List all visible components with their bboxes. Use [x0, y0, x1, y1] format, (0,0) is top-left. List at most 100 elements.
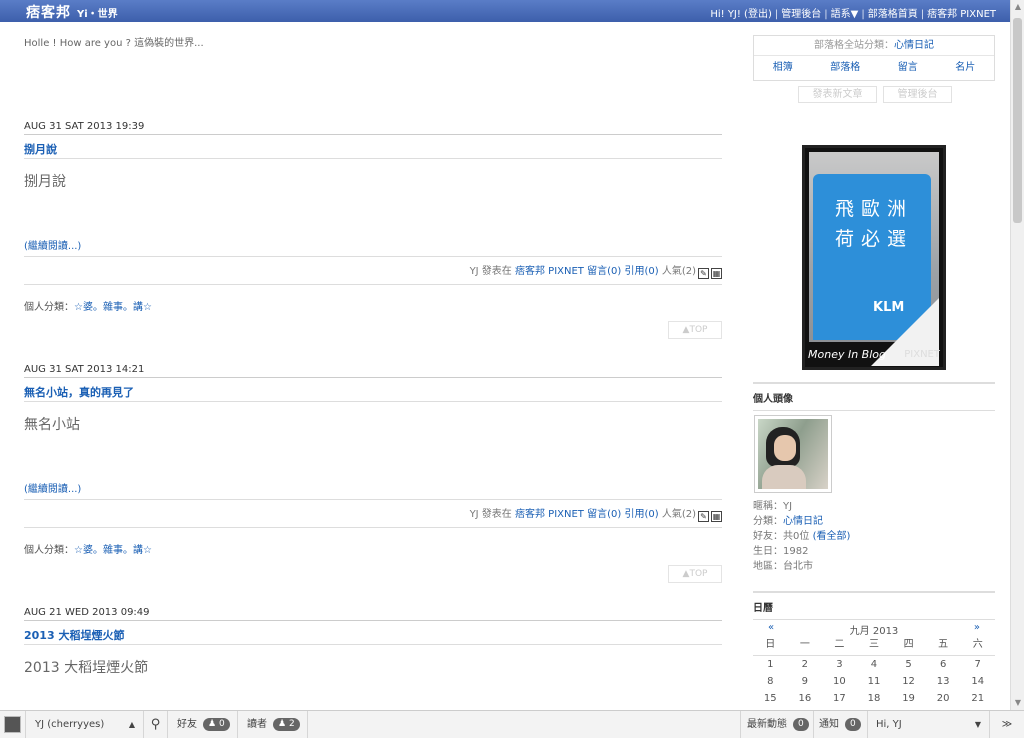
- profile-category-link[interactable]: 心情日記: [783, 516, 823, 527]
- greeting-menu[interactable]: Hi, YJ ▼: [868, 711, 990, 738]
- divider: [24, 644, 722, 645]
- calendar-day[interactable]: 4: [857, 656, 892, 673]
- calendar-day[interactable]: 15: [753, 690, 788, 707]
- edit-icon[interactable]: ✎: [698, 511, 709, 522]
- area: 台北市: [783, 561, 813, 572]
- friends-tab[interactable]: 好友 ♟ 0: [168, 711, 238, 738]
- calendar-day[interactable]: 6: [926, 656, 961, 673]
- nav-profile-card[interactable]: 名片: [955, 56, 975, 80]
- post-title-link[interactable]: 無名小站，真的再見了: [24, 384, 722, 399]
- calendar-day[interactable]: 1: [753, 656, 788, 673]
- read-more-link[interactable]: (繼續閱讀...): [24, 480, 722, 495]
- calendar-day[interactable]: 9: [788, 673, 823, 690]
- logout-link[interactable]: Hi! YJ! (登出): [710, 9, 772, 20]
- prev-month-button[interactable]: «: [768, 622, 774, 633]
- area-label: 地區：: [753, 561, 783, 572]
- calendar-day[interactable]: 17: [822, 690, 857, 707]
- pixnet-logo[interactable]: 痞客邦 Yi・世界: [26, 2, 118, 21]
- nav-album[interactable]: 相簿: [773, 56, 793, 80]
- calendar-day[interactable]: 18: [857, 690, 892, 707]
- comments-link[interactable]: 留言(0): [587, 266, 621, 277]
- post-date: AUG 21 WED 2013 09:49: [24, 607, 150, 618]
- calendar-day[interactable]: 11: [857, 673, 892, 690]
- calendar-weekdays: 日 一 二 三 四 五 六: [753, 636, 995, 653]
- edit-icon[interactable]: ✎: [698, 268, 709, 279]
- calendar-day[interactable]: 14: [960, 673, 995, 690]
- nav-guestbook[interactable]: 留言: [898, 56, 918, 80]
- next-month-button[interactable]: »: [974, 622, 980, 633]
- back-to-top-button[interactable]: ▲TOP: [668, 321, 722, 339]
- views-count: 人氣(2): [661, 509, 696, 520]
- delete-trash-icon[interactable]: ▦: [711, 268, 722, 279]
- bottom-toolbar: YJ (cherryyes) ▲ ⚲ 好友 ♟ 0 讀者 ♟ 2 最新動態 0 通知 0…: [0, 710, 1024, 738]
- user-menu[interactable]: YJ (cherryyes) ▲: [26, 711, 144, 738]
- read-more-link[interactable]: (繼續閱讀...): [24, 237, 722, 252]
- notify-badge: 0: [845, 718, 861, 731]
- calendar-day[interactable]: 5: [891, 656, 926, 673]
- calendar-day[interactable]: 13: [926, 673, 961, 690]
- calendar-day[interactable]: 3: [822, 656, 857, 673]
- post-excerpt: 無名小站: [24, 417, 80, 433]
- language-menu[interactable]: 語系▼: [831, 9, 859, 20]
- avatar[interactable]: [754, 415, 832, 493]
- calendar-day[interactable]: 21: [960, 690, 995, 707]
- ad-headline-1: 飛歐洲: [835, 198, 914, 220]
- collapse-bar-icon[interactable]: ≫: [990, 711, 1024, 738]
- scrollbar-thumb[interactable]: [1013, 18, 1022, 223]
- pixnet-link[interactable]: 痞客邦 PIXNET: [927, 9, 996, 20]
- news-tab[interactable]: 最新動態 0: [740, 711, 814, 738]
- admin-link[interactable]: 管理後台: [781, 9, 821, 20]
- calendar-day[interactable]: 16: [788, 690, 823, 707]
- search-icon[interactable]: ⚲: [144, 711, 168, 738]
- greeting: Hi, YJ: [876, 719, 902, 730]
- readers-tab[interactable]: 讀者 ♟ 2: [238, 711, 308, 738]
- post-title-link[interactable]: 2013 大稻埕煙火節: [24, 627, 722, 642]
- klm-advertisement[interactable]: 飛歐洲 荷必選 KLM Money In Blog PIXNET: [802, 145, 946, 370]
- calendar-day[interactable]: 10: [822, 673, 857, 690]
- user-avatar-cell[interactable]: [0, 711, 26, 738]
- ad-headline-2: 荷必選: [835, 228, 914, 250]
- top-links: Hi! YJ! (登出) | 管理後台 | 語系▼ | 部落格首頁 | 痞客邦 PIXNET: [710, 9, 996, 20]
- calendar-day[interactable]: 2: [788, 656, 823, 673]
- calendar-day[interactable]: 7: [960, 656, 995, 673]
- post-title-link[interactable]: 捌月說: [24, 141, 722, 156]
- blog-home-link[interactable]: 部落格首頁: [868, 9, 918, 20]
- user-name: YJ (cherryyes): [35, 719, 105, 730]
- post-excerpt: 捌月說: [24, 174, 66, 190]
- divider: [24, 377, 722, 378]
- weekday: 一: [799, 639, 810, 650]
- new-post-button[interactable]: 發表新文章: [798, 86, 877, 103]
- comments-link[interactable]: 留言(0): [587, 509, 621, 520]
- notify-tab[interactable]: 通知 0: [814, 711, 868, 738]
- news-tab-label: 最新動態: [747, 719, 787, 730]
- blog-nav: 相簿 部落格 留言 名片: [754, 56, 994, 80]
- view-all-friends-link[interactable]: (看全部): [813, 531, 851, 542]
- friends-tab-label: 好友: [177, 719, 197, 730]
- vertical-scrollbar[interactable]: ▲ ▼: [1010, 0, 1024, 710]
- birthday-label: 生日：: [753, 546, 783, 557]
- avatar-heading: 個人頭像: [753, 382, 995, 411]
- views-count: 人氣(2): [661, 266, 696, 277]
- calendar-day[interactable]: 8: [753, 673, 788, 690]
- calendar-day[interactable]: 20: [926, 690, 961, 707]
- back-to-top-button[interactable]: ▲TOP: [668, 565, 722, 583]
- site-link[interactable]: 痞客邦 PIXNET: [515, 509, 584, 520]
- calendar-day[interactable]: 19: [891, 690, 926, 707]
- admin-button[interactable]: 管理後台: [883, 86, 952, 103]
- delete-trash-icon[interactable]: ▦: [711, 511, 722, 522]
- site-link[interactable]: 痞客邦 PIXNET: [515, 266, 584, 277]
- post-meta: YJ 發表在 痞客邦 PIXNET 留言(0) 引用(0) 人氣(2) ✎ ▦: [24, 262, 722, 279]
- nav-blog[interactable]: 部落格: [830, 56, 860, 80]
- site-category-link[interactable]: 心情日記: [894, 40, 934, 51]
- post-article: AUG 31 SAT 2013 14:21 無名小站，真的再見了 無名小站 (繼…: [24, 364, 722, 583]
- category-link[interactable]: ☆婆。雜事。講☆: [74, 302, 152, 313]
- scroll-down-arrow-icon[interactable]: ▼: [1011, 696, 1024, 710]
- divider: [24, 284, 722, 285]
- trackback-link[interactable]: 引用(0): [624, 509, 658, 520]
- calendar-day[interactable]: 12: [891, 673, 926, 690]
- ad-footer-right: PIXNET: [904, 349, 940, 360]
- scroll-up-arrow-icon[interactable]: ▲: [1011, 0, 1024, 14]
- news-badge: 0: [793, 718, 809, 731]
- trackback-link[interactable]: 引用(0): [624, 266, 658, 277]
- category-link[interactable]: ☆婆。雜事。講☆: [74, 545, 152, 556]
